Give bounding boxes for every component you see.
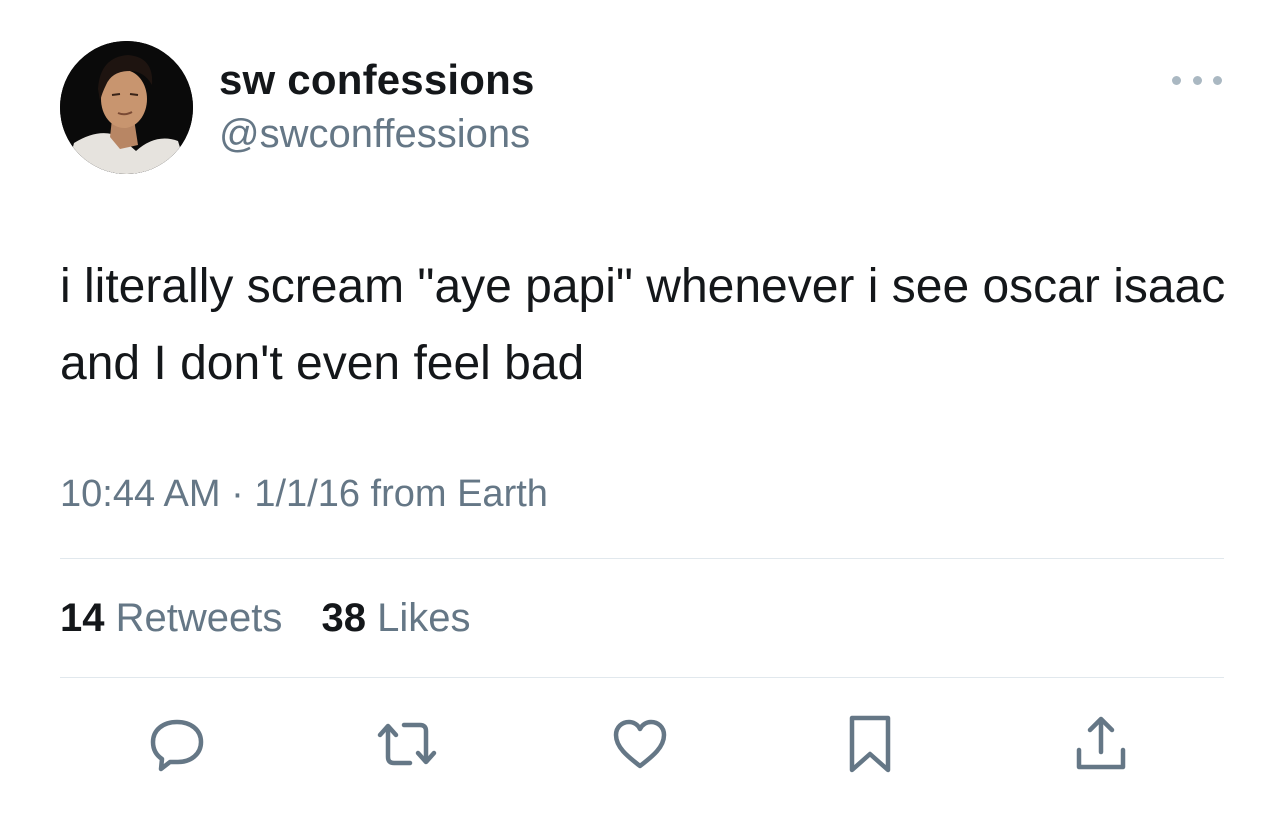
retweets-count: 14 (60, 596, 105, 640)
share-icon (1076, 716, 1126, 770)
likes-label: Likes (377, 596, 471, 640)
user-handle[interactable]: @swconffessions (219, 112, 530, 157)
action-bar (0, 712, 1284, 776)
divider (60, 677, 1224, 678)
tweet-text: i literally scream "aye papi" whenever i… (60, 260, 1226, 390)
retweets-stat[interactable]: 14 Retweets (60, 596, 282, 640)
avatar[interactable] (60, 41, 193, 174)
more-options-icon[interactable] (1172, 68, 1222, 92)
tweet-stats: 14 Retweets 38 Likes (60, 596, 499, 641)
like-icon (613, 719, 667, 769)
tweet-card: sw confessions @swconffessions i literal… (0, 0, 1284, 823)
dot (1172, 75, 1181, 85)
bookmark-icon (849, 715, 891, 773)
retweet-icon (377, 722, 437, 766)
bookmark-button[interactable] (838, 712, 902, 776)
dot (1213, 75, 1222, 85)
divider (60, 558, 1224, 559)
retweets-label: Retweets (115, 596, 283, 640)
retweet-button[interactable] (375, 712, 439, 776)
likes-count: 38 (321, 596, 367, 640)
likes-stat[interactable]: 38 Likes (322, 596, 471, 640)
share-button[interactable] (1069, 712, 1133, 776)
like-button[interactable] (608, 712, 672, 776)
tweet-timestamp[interactable]: 10:44 AM · 1/1/16 from Earth (60, 473, 548, 516)
display-name[interactable]: sw confessions (219, 56, 535, 104)
reply-button[interactable] (145, 712, 209, 776)
reply-icon (150, 719, 204, 772)
profile-photo-icon (60, 41, 193, 174)
dot (1192, 75, 1202, 85)
